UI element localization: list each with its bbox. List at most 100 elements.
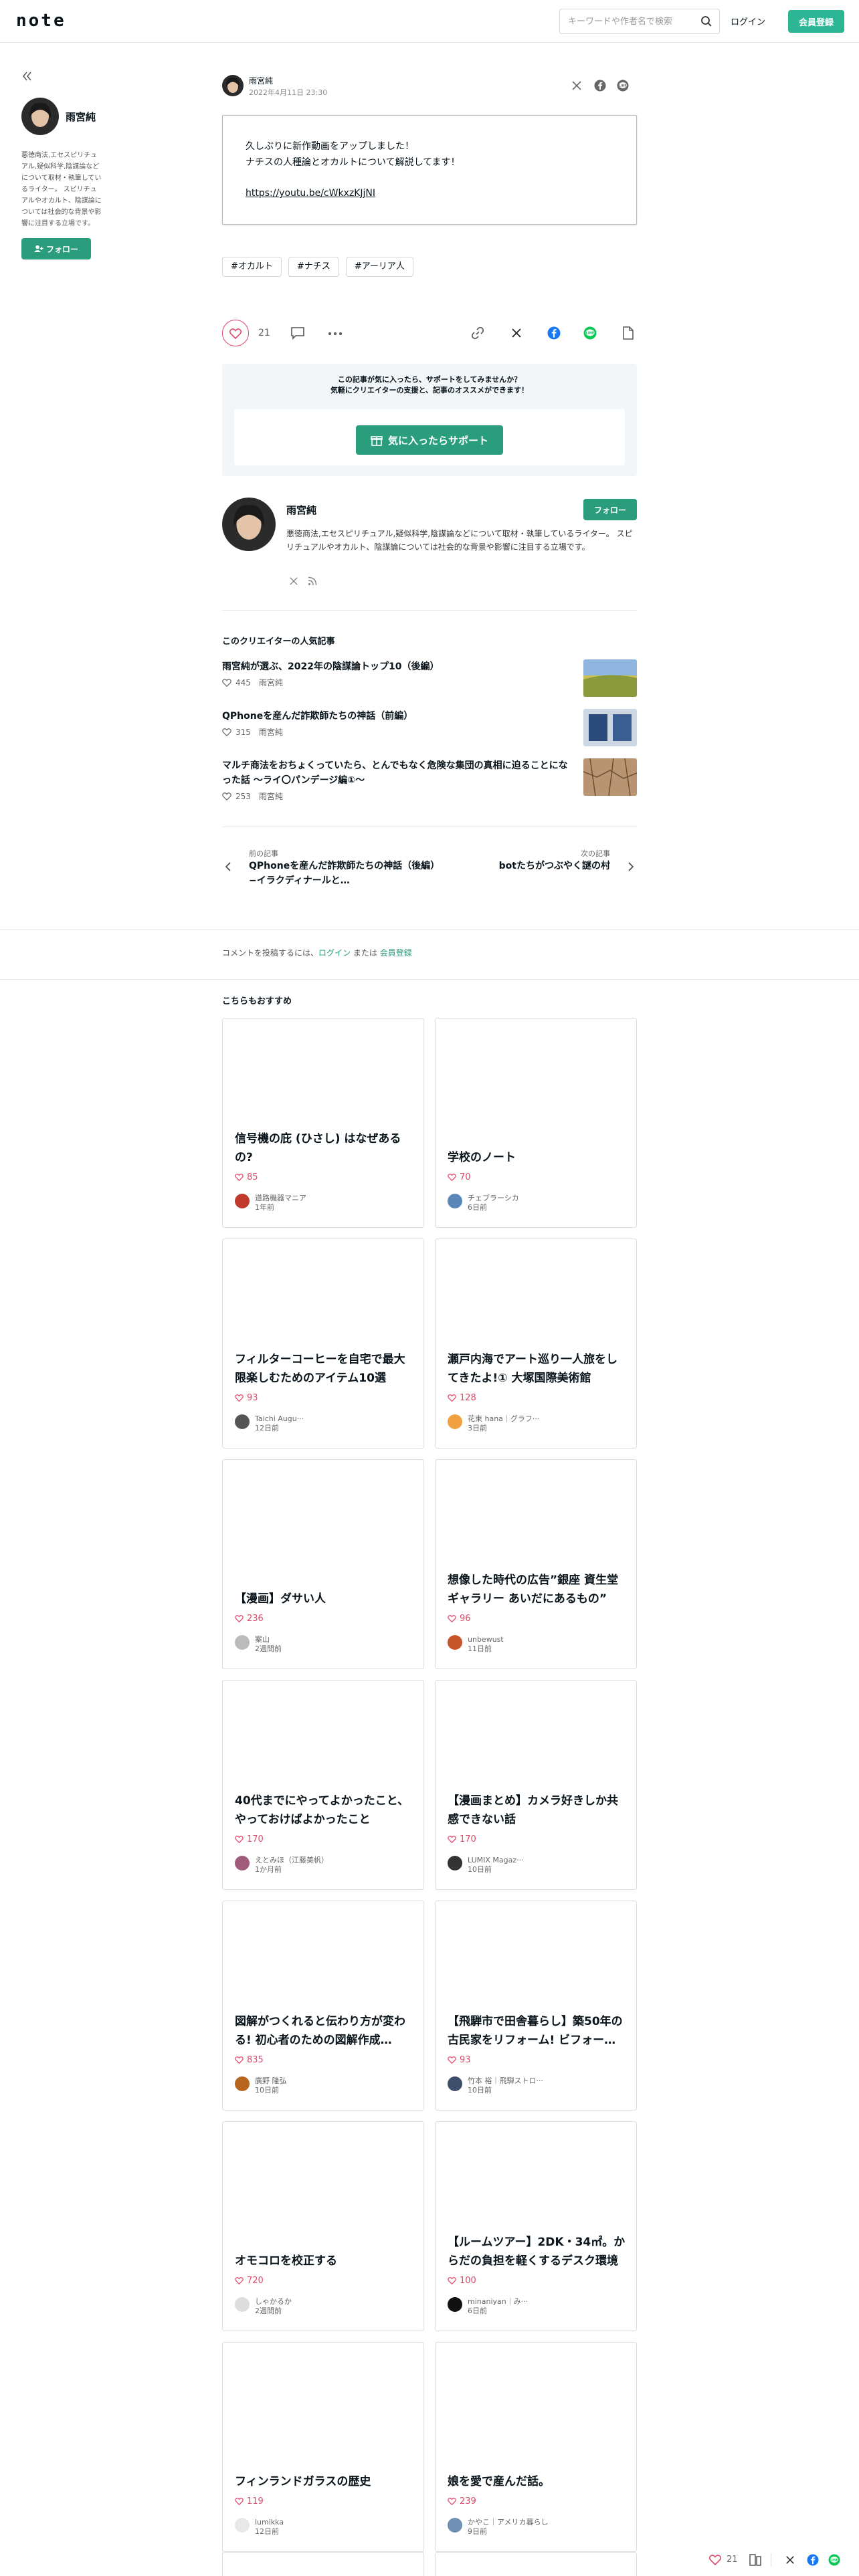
search-input[interactable]: [568, 15, 695, 28]
comment-icon[interactable]: [290, 326, 305, 340]
user-avatar[interactable]: [448, 1414, 462, 1429]
popular-item-thumbnail[interactable]: [583, 709, 637, 746]
popular-item-2[interactable]: QPhoneを産んだ詐欺師たちの神話（前編） 315 雨宮純: [222, 709, 637, 752]
recommend-card[interactable]: 【漫画まとめ】カメラ好きしか共感できない話 170 LUMIX Magaz··· 10…: [435, 1680, 637, 1890]
x-profile-icon[interactable]: [289, 576, 298, 586]
popular-item-author[interactable]: 雨宮純: [259, 677, 283, 688]
chevron-left-icon[interactable]: [225, 861, 231, 872]
recommend-card-user[interactable]: チェブラーシカ 6日前: [448, 1194, 519, 1212]
heart-icon[interactable]: [709, 2555, 721, 2565]
support-button[interactable]: 気に入ったらサポート: [356, 425, 503, 455]
recommend-card-title[interactable]: 学校のノート: [448, 1148, 626, 1167]
recommend-card-user[interactable]: LUMIX Magaz··· 10日前: [448, 1856, 524, 1874]
magazine-add-icon[interactable]: [749, 2554, 763, 2566]
recommend-card-title[interactable]: オモコロを校正する: [235, 2252, 413, 2270]
recommend-card-username[interactable]: LUMIX Magaz···: [468, 1856, 524, 1865]
recommend-card-username[interactable]: 竹本 裕｜飛騨ストロ···: [468, 2076, 543, 2086]
user-avatar[interactable]: [448, 2076, 462, 2091]
more-icon[interactable]: [328, 332, 343, 336]
recommend-card[interactable]: フィルターコーヒーを自宅で最大限楽しむためのアイテム10選 93 Taichi Au…: [222, 1239, 424, 1448]
recommend-card-username[interactable]: えとみほ（江藤美帆）: [255, 1856, 328, 1865]
recommend-card-user[interactable]: 案山 2週間前: [235, 1635, 282, 1654]
recommend-card-username[interactable]: unbewust: [468, 1635, 504, 1644]
share-facebook-icon[interactable]: [547, 326, 561, 340]
comment-signup-link[interactable]: 会員登録: [380, 948, 412, 958]
recommend-card-username[interactable]: チェブラーシカ: [468, 1194, 519, 1203]
recommend-card[interactable]: 娘を愛で産んだ話。 239 かやこ｜アメリカ暮らし 9日前: [435, 2342, 637, 2552]
recommend-card-username[interactable]: 花束 hana｜グラフ···: [468, 1414, 539, 1424]
popular-item-title[interactable]: マルチ商法をおちょくっていたら、とんでもなく危険な集団の真相に迫ることになった話…: [222, 758, 570, 788]
user-avatar[interactable]: [448, 1194, 462, 1208]
recommend-card-user[interactable]: unbewust 11日前: [448, 1635, 504, 1654]
tag-nazis[interactable]: #ナチス: [288, 257, 339, 277]
recommend-card-title[interactable]: 想像した時代の広告”銀座 資生堂ギャラリー あいだにあるもの”: [448, 1571, 626, 1608]
recommend-card[interactable]: 信号機の庇 (ひさし) はなぜあるの? 85 道路機器マニア 1年前: [222, 1018, 424, 1228]
share-x-icon[interactable]: [785, 2555, 795, 2565]
recommend-card-user[interactable]: しゃかるか 2週間前: [235, 2297, 292, 2316]
user-avatar[interactable]: [448, 2518, 462, 2533]
collapse-icon[interactable]: [21, 71, 33, 82]
share-facebook-icon[interactable]: [594, 80, 606, 92]
recommend-card[interactable]: 瀬戸内海でアート巡り一人旅をしてきたよ!① 大塚国際美術館 128 花束 hana｜…: [435, 1239, 637, 1448]
like-button[interactable]: [222, 320, 249, 346]
search-icon[interactable]: [700, 15, 712, 27]
recommend-card-title[interactable]: フィルターコーヒーを自宅で最大限楽しむためのアイテム10選: [235, 1350, 413, 1388]
recommend-card[interactable]: 40代までにやってよかったこと、やっておけばよかったこと 170 えとみほ（江藤美帆…: [222, 1680, 424, 1890]
rss-icon[interactable]: [308, 576, 317, 586]
user-avatar[interactable]: [448, 1635, 462, 1650]
recommend-card-partial[interactable]: [435, 2552, 637, 2576]
recommend-card-user[interactable]: 廣野 隆弘 10日前: [235, 2076, 287, 2095]
creator-avatar[interactable]: [21, 98, 59, 135]
creator-name[interactable]: 雨宮純: [66, 110, 126, 124]
popular-item-title[interactable]: QPhoneを産んだ詐欺師たちの神話（前編）: [222, 709, 570, 724]
recommend-card-username[interactable]: lumikka: [255, 2518, 284, 2527]
recommend-card-user[interactable]: Taichi Augu··· 12日前: [235, 1414, 304, 1433]
recommend-card-user[interactable]: lumikka 12日前: [235, 2518, 284, 2537]
next-article-title[interactable]: botたちがつぶやく謎の村: [499, 859, 610, 873]
recommend-card[interactable]: 図解がつくれると伝わり方が変わる! 初心者のための図解作成… 835 廣野 隆弘 10…: [222, 1901, 424, 2111]
search-box[interactable]: [559, 9, 720, 34]
recommend-card-user[interactable]: 花束 hana｜グラフ··· 3日前: [448, 1414, 539, 1433]
recommend-card-title[interactable]: 信号機の庇 (ひさし) はなぜあるの?: [235, 1130, 413, 1167]
recommend-card[interactable]: 【ルームツアー】2DK・34㎡。からだの負担を軽くするデスク環境 100 minan…: [435, 2121, 637, 2331]
recommend-card-username[interactable]: しゃかるか: [255, 2297, 292, 2306]
share-x-icon[interactable]: [571, 80, 582, 91]
share-line-icon[interactable]: LINE: [828, 2554, 840, 2566]
recommend-card-user[interactable]: minaniyan｜み··· 6日前: [448, 2297, 528, 2316]
signup-button[interactable]: 会員登録: [788, 10, 844, 33]
comment-login-link[interactable]: ログイン: [318, 948, 351, 958]
recommend-card-user[interactable]: 道路機器マニア 1年前: [235, 1194, 306, 1212]
recommend-card-user[interactable]: えとみほ（江藤美帆） 1か月前: [235, 1856, 328, 1874]
recommend-card-partial[interactable]: [222, 2552, 424, 2576]
recommend-card-username[interactable]: Taichi Augu···: [255, 1414, 304, 1424]
user-avatar[interactable]: [448, 2297, 462, 2312]
chevron-right-icon[interactable]: [628, 861, 634, 872]
user-avatar[interactable]: [235, 2518, 250, 2533]
popular-item-1[interactable]: 雨宮純が選ぶ、2022年の陰謀論トップ10（後編） 445 雨宮純: [222, 659, 637, 702]
recommend-card[interactable]: フィンランドガラスの歴史 119 lumikka 12日前: [222, 2342, 424, 2552]
embed-icon[interactable]: [622, 326, 634, 340]
popular-item-title[interactable]: 雨宮純が選ぶ、2022年の陰謀論トップ10（後編）: [222, 659, 570, 674]
share-line-icon[interactable]: LINE: [617, 80, 629, 92]
sidebar-follow-button[interactable]: フォロー: [21, 238, 91, 259]
author-name[interactable]: 雨宮純: [286, 503, 316, 517]
user-avatar[interactable]: [448, 1856, 462, 1870]
user-avatar[interactable]: [235, 1414, 250, 1429]
popular-item-3[interactable]: マルチ商法をおちょくっていたら、とんでもなく危険な集団の真相に迫ることになった話…: [222, 758, 637, 805]
recommend-card-user[interactable]: 竹本 裕｜飛騨ストロ··· 10日前: [448, 2076, 543, 2095]
tag-occult[interactable]: #オカルト: [222, 257, 282, 277]
tag-aryan[interactable]: #アーリア人: [345, 257, 413, 277]
popular-item-thumbnail[interactable]: [583, 659, 637, 697]
article-author[interactable]: 雨宮純: [249, 75, 273, 86]
recommend-card[interactable]: 【漫画】ダサい人 236 案山 2週間前: [222, 1459, 424, 1669]
recommend-card[interactable]: オモコロを校正する 720 しゃかるか 2週間前: [222, 2121, 424, 2331]
recommend-card-title[interactable]: 【飛騨市で田舎暮らし】築50年の古民家をリフォーム! ビフォー…: [448, 2012, 626, 2050]
popular-item-thumbnail[interactable]: [583, 758, 637, 796]
author-avatar[interactable]: [222, 498, 276, 551]
recommend-card-username[interactable]: 道路機器マニア: [255, 1194, 306, 1203]
recommend-card-username[interactable]: minaniyan｜み···: [468, 2297, 528, 2306]
user-avatar[interactable]: [235, 1856, 250, 1870]
note-logo[interactable]: note: [16, 11, 66, 31]
recommend-card-user[interactable]: かやこ｜アメリカ暮らし 9日前: [448, 2518, 548, 2537]
share-facebook-icon[interactable]: [807, 2554, 819, 2566]
